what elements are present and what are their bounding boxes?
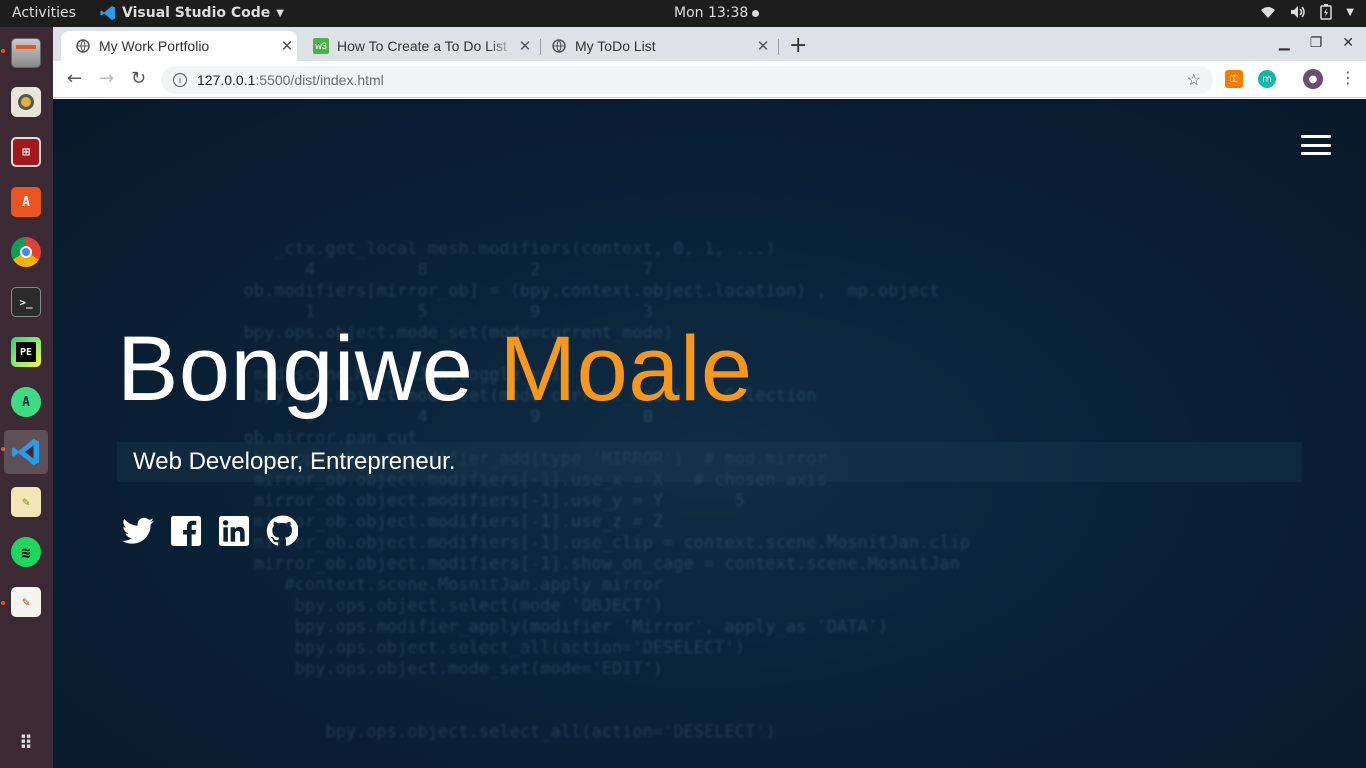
rhythmbox-launcher[interactable] [4, 80, 48, 124]
code-background-image: _ctx.get_local_mesh.modifiers(context, 0… [243, 239, 971, 742]
globe-icon [75, 38, 91, 54]
tab-title: My ToDo List [575, 38, 656, 54]
profile-avatar[interactable]: ● [1303, 69, 1323, 89]
system-tray[interactable]: ▼ [1260, 4, 1354, 20]
url-host: 127.0.0.1 [197, 72, 256, 88]
browser-toolbar: ← → ↻ i 127.0.0.1:5500/dist/index.html ☆… [53, 61, 1366, 98]
forward-arrow-icon[interactable]: → [99, 68, 114, 89]
chrome-icon [11, 237, 41, 267]
pycharm-icon: PE [11, 337, 41, 367]
key-extension-icon[interactable]: ⚿ [1225, 70, 1243, 88]
volume-icon[interactable] [1290, 5, 1306, 19]
software-center-launcher[interactable]: A [4, 180, 48, 224]
bookmark-star-icon[interactable]: ☆ [1187, 70, 1201, 90]
github-icon[interactable] [265, 514, 299, 548]
reload-icon[interactable]: ↻ [131, 68, 146, 89]
hamburger-bar [1301, 143, 1331, 147]
close-tab-icon[interactable]: ✕ [515, 37, 535, 55]
android-studio-icon: A [11, 387, 41, 417]
facebook-icon[interactable] [169, 514, 203, 548]
spotify-icon: ≋ [11, 537, 41, 567]
wifi-icon[interactable] [1260, 5, 1276, 19]
linkedin-icon[interactable] [217, 514, 251, 548]
hamburger-bar [1301, 152, 1331, 155]
launcher-dock: ⊞ A >_ PE A ✎ ≋ ✎ ⠿ [0, 27, 53, 768]
files-icon [11, 38, 41, 68]
hamburger-menu-icon[interactable] [1301, 135, 1331, 155]
android-studio-launcher[interactable]: A [4, 380, 48, 424]
clock[interactable]: Mon 13:38 [674, 5, 760, 21]
terminal-red-launcher[interactable]: ⊞ [4, 130, 48, 174]
app-menu[interactable]: Visual Studio Code ▼ [100, 5, 284, 21]
chrome-launcher[interactable] [4, 230, 48, 274]
tab-title: My Work Portfolio [99, 38, 210, 54]
vscode-icon [11, 438, 40, 466]
text-editor-launcher[interactable]: ✎ [4, 580, 48, 624]
url-path: :5500/dist/index.html [255, 72, 384, 88]
minimize-icon[interactable]: ▁ [1279, 35, 1290, 51]
software-center-icon: A [11, 187, 41, 217]
hero-first-name: Bongiwe [117, 318, 474, 420]
pycharm-launcher[interactable]: PE [4, 330, 48, 374]
window-controls: ▁ ❐ ✕ [1279, 35, 1354, 51]
tab-my-work-portfolio[interactable]: My Work Portfolio ✕ [61, 31, 297, 61]
spotify-launcher[interactable]: ≋ [4, 530, 48, 574]
close-window-icon[interactable]: ✕ [1342, 35, 1354, 51]
w3schools-icon: w3 [313, 38, 329, 54]
vscode-launcher[interactable] [4, 430, 48, 474]
app-grid-icon: ⠿ [19, 732, 33, 754]
address-bar[interactable]: i 127.0.0.1:5500/dist/index.html ☆ [161, 66, 1213, 94]
battery-icon[interactable] [1320, 4, 1333, 20]
terminal-icon: >_ [11, 287, 41, 317]
hero-name: Bongiwe Moale [117, 317, 753, 422]
terminal-launcher[interactable]: >_ [4, 280, 48, 324]
hero-last-name: Moale [499, 318, 753, 420]
new-tab-plus-icon[interactable]: + [789, 33, 807, 58]
notification-dot-icon [752, 9, 760, 17]
chevron-down-icon: ▼ [276, 7, 284, 19]
system-top-bar: Activities Visual Studio Code ▼ Mon 13:3… [0, 0, 1366, 27]
back-arrow-icon[interactable]: ← [67, 68, 82, 89]
clock-label: Mon 13:38 [674, 5, 749, 21]
close-tab-icon[interactable]: ✕ [753, 37, 773, 55]
show-applications-button[interactable]: ⠿ [4, 721, 48, 765]
files-launcher[interactable] [4, 31, 48, 75]
twitter-icon[interactable] [121, 514, 155, 548]
restore-icon[interactable]: ❐ [1310, 35, 1323, 51]
activities-button[interactable]: Activities [12, 5, 76, 21]
close-tab-icon[interactable]: ✕ [277, 37, 297, 55]
m-extension-icon[interactable]: m [1258, 70, 1276, 88]
tab-how-to-create-todo[interactable]: w3 How To Create a To Do List ✕ [299, 31, 535, 61]
portfolio-page: _ctx.get_local_mesh.modifiers(context, 0… [53, 99, 1366, 768]
app-menu-label: Visual Studio Code [122, 5, 271, 21]
tab-title: How To Create a To Do List [337, 38, 507, 54]
tab-my-todo-list[interactable]: My ToDo List ✕ [537, 31, 773, 61]
image-viewer-icon: ✎ [11, 487, 41, 517]
hero-subtitle: Web Developer, Entrepreneur. [133, 448, 456, 475]
text-editor-icon: ✎ [11, 587, 41, 617]
chrome-window: My Work Portfolio ✕ w3 How To Create a T… [53, 27, 1366, 768]
tab-strip: My Work Portfolio ✕ w3 How To Create a T… [53, 27, 1366, 61]
tab-separator [778, 39, 779, 55]
info-icon[interactable]: i [173, 73, 187, 87]
power-menu-chevron-icon[interactable]: ▼ [1346, 7, 1354, 18]
hamburger-bar [1301, 135, 1331, 138]
globe-icon [551, 38, 567, 54]
rhythmbox-icon [11, 87, 41, 117]
image-viewer-launcher[interactable]: ✎ [4, 480, 48, 524]
terminal-red-icon: ⊞ [11, 137, 41, 167]
vscode-small-icon [100, 6, 115, 20]
more-menu-icon[interactable]: ⋮ [1340, 68, 1356, 87]
social-links [121, 514, 299, 548]
